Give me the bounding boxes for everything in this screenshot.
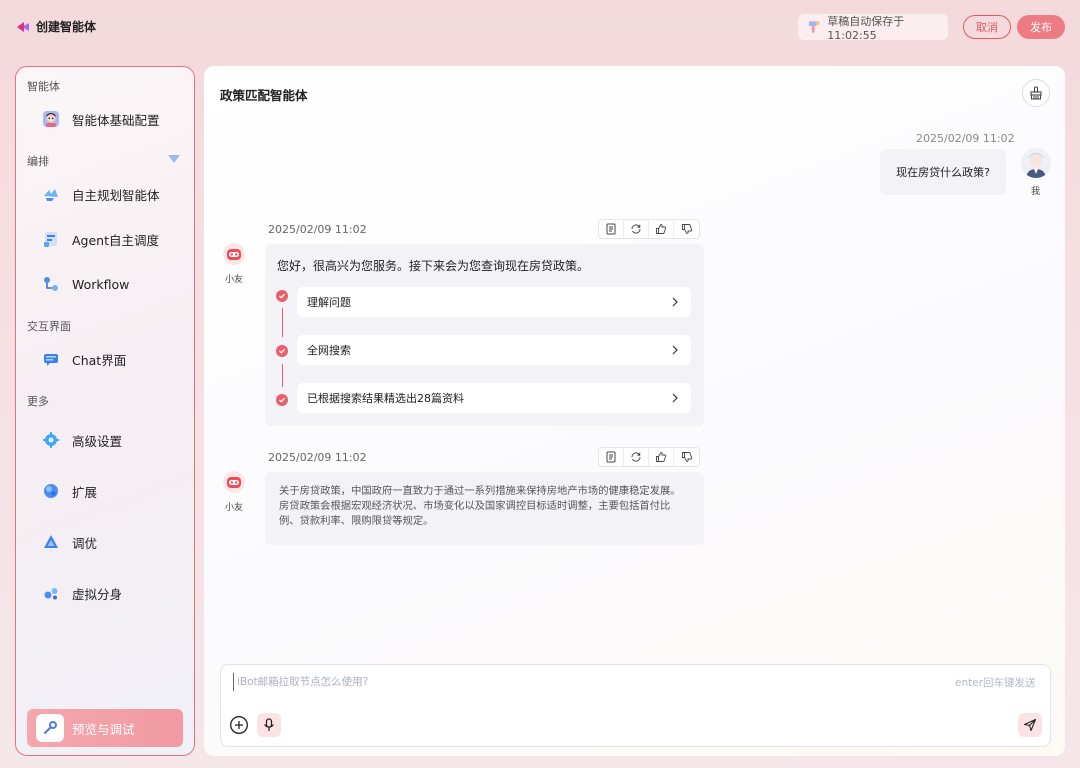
sidebar-item-label: Workflow [72,276,130,292]
thumbs-up-icon[interactable] [649,220,674,238]
autosave-status: 草稿自动保存于11:02:55 [798,14,948,42]
back-arrow-icon[interactable] [16,20,30,34]
section-title-more: 更多 [27,395,49,408]
sidebar-item-basic-config[interactable]: 智能体基础配置 [16,102,194,136]
chat-input[interactable] [233,673,933,691]
clear-chat-button[interactable] [1022,79,1050,107]
sidebar-item-label: 高级设置 [72,433,123,449]
section-title-interface: 交互界面 [27,320,71,333]
sidebar-item-label: 自主规划智能体 [72,187,160,203]
bot-message-card: 您好，很高兴为您服务。接下来会为您查询现在房贷政策。 理解问题 全网搜索 已根据… [265,244,704,426]
sidebar-item-agent-schedule[interactable]: Agent自主调度 [16,222,194,256]
chat-input-box: enter回车键发送 [220,664,1051,747]
top-bar: 创建智能体 草稿自动保存于11:02:55 取消 发布 [0,0,1080,54]
bot-name: 小友 [225,503,244,513]
thumbs-down-icon[interactable] [674,448,699,466]
cancel-button[interactable]: 取消 [963,15,1011,39]
workflow-icon [42,275,60,293]
wrench-icon [36,714,64,742]
avatar-icon [42,110,60,128]
check-icon [276,290,288,302]
chat-panel: 政策匹配智能体 2025/02/09 11:02 现在房贷什么政策? 我 小友 … [204,66,1065,756]
bot-message-time: 2025/02/09 11:02 [268,451,367,464]
section-title-agent: 智能体 [27,80,60,93]
sidebar-item-label: 智能体基础配置 [72,112,160,128]
add-attachment-icon[interactable] [229,715,249,735]
step-connector [281,308,283,337]
sidebar-item-advanced-settings[interactable]: 高级设置 [16,423,194,457]
step-connector [281,364,283,387]
sidebar-item-label: Agent自主调度 [72,232,159,248]
gear-icon [42,431,60,449]
user-message-bubble: 现在房贷什么政策? [880,149,1006,195]
sidebar-item-extension[interactable]: 扩展 [16,474,194,508]
section-title-orchestration: 编排 [27,155,49,168]
step-item[interactable]: 理解问题 [297,287,691,317]
bot-message-time: 2025/02/09 11:02 [268,223,367,236]
planning-icon [42,185,60,203]
chevron-right-icon [672,393,678,403]
send-hint: enter回车键发送 [955,677,1036,689]
sidebar-item-label: 调优 [72,535,98,551]
check-icon [276,394,288,406]
bot-answer-text: 关于房贷政策，中国政府一直致力于通过一系列措施来保持房地产市场的健康稳定发展。房… [265,472,704,545]
send-icon [1023,718,1037,732]
check-icon [276,345,288,357]
chat-icon [42,350,60,368]
extension-icon [42,482,60,500]
bot-avatar [223,243,245,265]
autosave-text: 草稿自动保存于11:02:55 [827,14,905,42]
virtual-avatar-icon [42,584,60,602]
message-toolbar [598,219,700,239]
send-button[interactable] [1018,713,1042,737]
bot-greeting-text: 您好，很高兴为您服务。接下来会为您查询现在房贷政策。 [277,259,590,273]
microphone-button[interactable] [257,713,281,737]
sidebar-item-autonomous-planning[interactable]: 自主规划智能体 [16,177,194,211]
publish-button[interactable]: 发布 [1017,15,1065,39]
chevron-right-icon [672,345,678,355]
step-label: 全网搜索 [307,344,351,357]
microphone-icon [264,718,274,731]
user-name: 我 [1031,187,1041,197]
user-avatar [1021,148,1051,178]
regenerate-icon[interactable] [624,448,649,466]
bot-name: 小友 [225,275,244,285]
sidebar: 智能体 智能体基础配置 编排 自主规划智能体 Agent自主调度 Workflo… [15,66,195,756]
collapse-icon[interactable] [168,155,180,163]
message-toolbar [598,447,700,467]
regenerate-icon[interactable] [624,220,649,238]
copy-icon[interactable] [599,220,624,238]
copy-icon[interactable] [599,448,624,466]
tuning-icon [42,533,60,551]
draft-icon [808,21,820,33]
sidebar-item-label: Chat界面 [72,352,127,368]
step-item[interactable]: 已根据搜索结果精选出28篇资料 [297,383,691,413]
chevron-right-icon [672,297,678,307]
user-message-time: 2025/02/09 11:02 [916,132,1015,145]
app-title: 创建智能体 [36,20,97,34]
step-item[interactable]: 全网搜索 [297,335,691,365]
sidebar-item-chat[interactable]: Chat界面 [16,342,194,376]
thumbs-up-icon[interactable] [649,448,674,466]
agent-schedule-icon [42,230,60,248]
sidebar-item-virtual-avatar[interactable]: 虚拟分身 [16,576,194,610]
preview-debug-button[interactable]: 预览与调试 [27,709,183,747]
step-label: 已根据搜索结果精选出28篇资料 [307,392,464,405]
step-label: 理解问题 [307,296,351,309]
sidebar-item-tuning[interactable]: 调优 [16,525,194,559]
bot-avatar [223,471,245,493]
preview-debug-label: 预览与调试 [72,721,135,737]
broom-icon [1030,86,1042,100]
sidebar-item-label: 扩展 [72,484,98,500]
page-title: 政策匹配智能体 [220,88,308,103]
sidebar-item-workflow[interactable]: Workflow [16,267,194,301]
thumbs-down-icon[interactable] [674,220,699,238]
sidebar-item-label: 虚拟分身 [72,586,123,602]
